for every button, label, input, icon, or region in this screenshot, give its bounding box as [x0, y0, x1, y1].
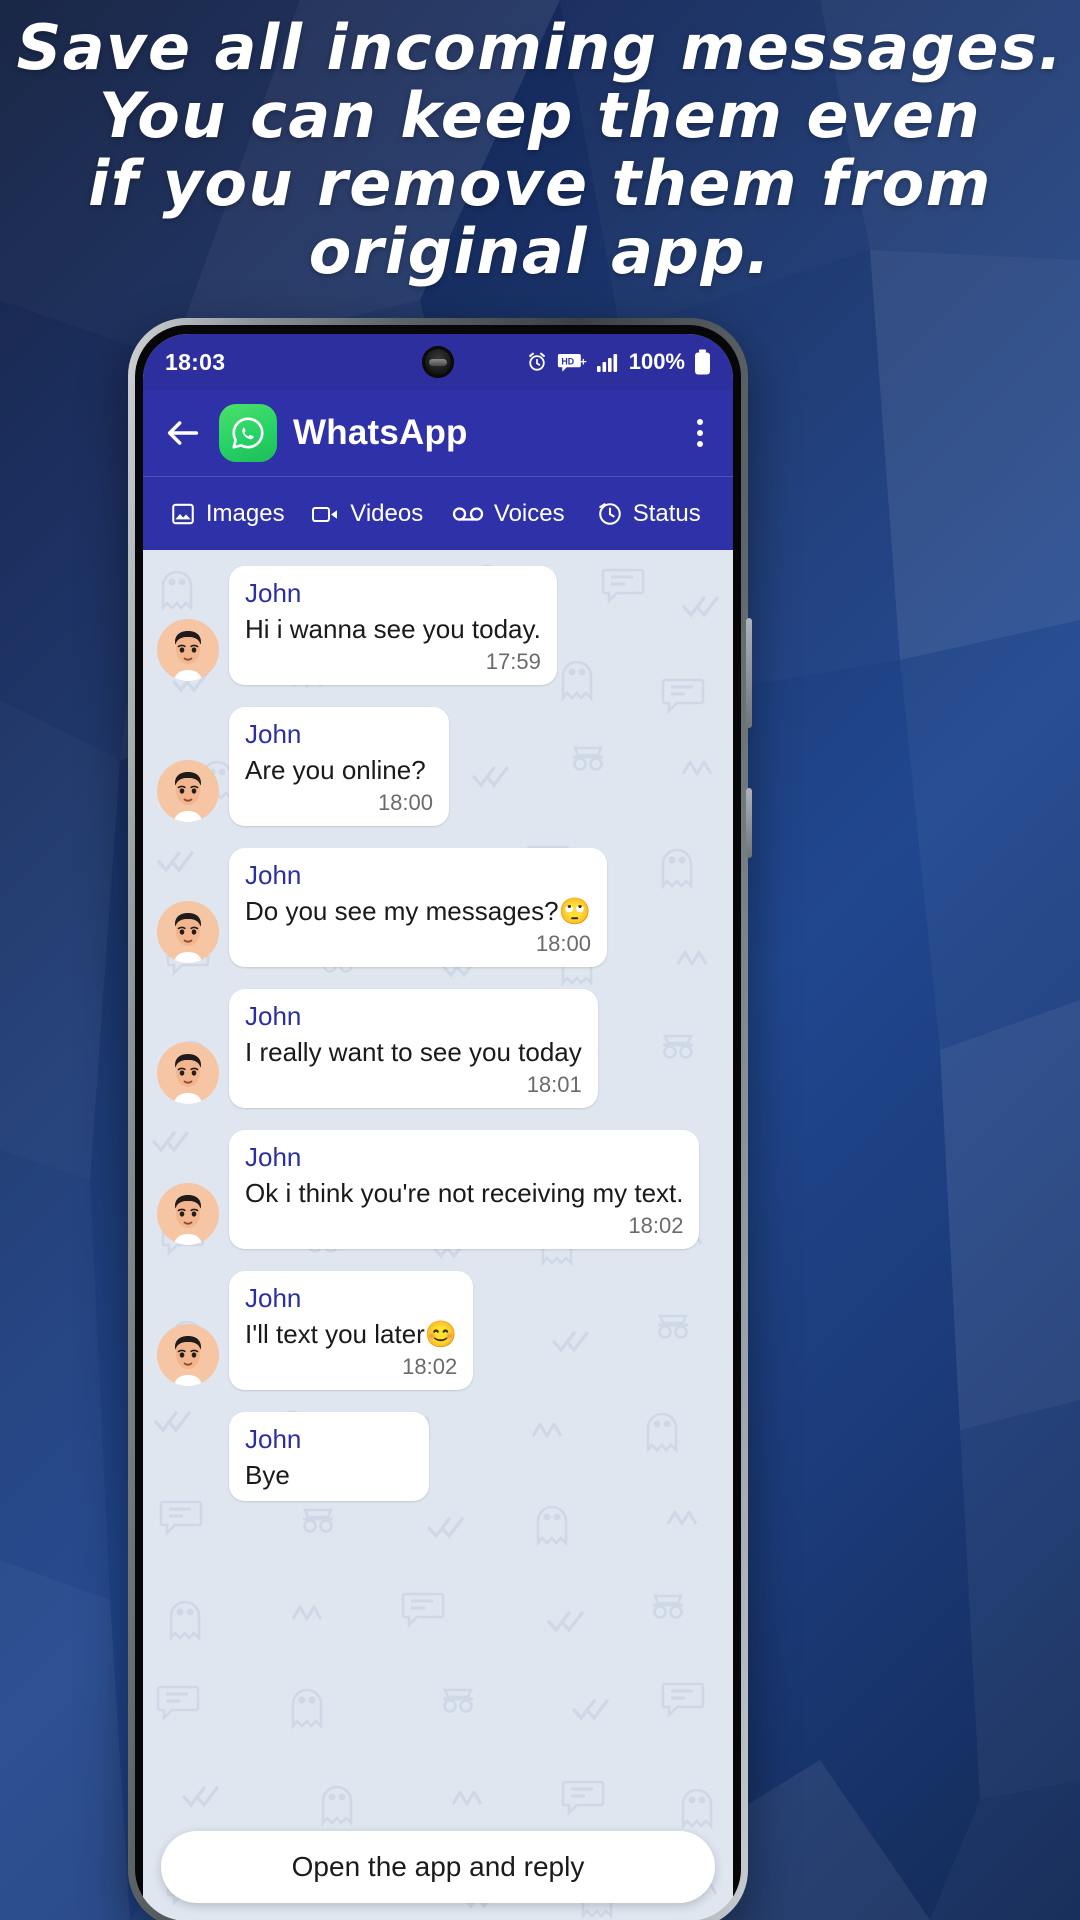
message-bubble[interactable]: John Hi i wanna see you today. 17:59	[229, 566, 557, 685]
message-time: 18:02	[402, 1354, 458, 1379]
message-row[interactable]: John Do you see my messages?🙄 18:00	[157, 848, 717, 967]
phone-screen: 18:03 HD + 100% WhatsApp Images Videos V…	[143, 334, 733, 1920]
message-time: 17:59	[485, 649, 541, 674]
message-row[interactable]: John I really want to see you today 18:0…	[157, 989, 717, 1108]
poster-canvas: Save all incoming messages. You can keep…	[0, 0, 1080, 1920]
status-clock-icon	[598, 502, 621, 525]
voicemail-icon	[452, 506, 484, 521]
message-text: I really want to see you today	[245, 1037, 582, 1067]
message-text: Do you see my messages?🙄	[245, 896, 591, 926]
message-text: Are you online?	[245, 755, 426, 785]
avatar	[157, 1183, 219, 1245]
open-app-and-reply-button[interactable]: Open the app and reply	[161, 1831, 715, 1903]
message-sender: John	[245, 1142, 302, 1172]
status-time: 18:03	[165, 348, 226, 375]
phone-power-button	[746, 788, 752, 858]
tab-status[interactable]: Status	[579, 500, 720, 528]
headline: Save all incoming messages. You can keep…	[0, 14, 1080, 286]
message-bubble[interactable]: John Ok i think you're not receiving my …	[229, 1130, 700, 1249]
front-camera-cutout	[422, 346, 454, 378]
message-bubble[interactable]: John Bye	[229, 1412, 429, 1501]
message-time: 18:01	[526, 1072, 582, 1097]
signal-bars-icon	[596, 354, 617, 372]
tab-videos[interactable]: Videos	[298, 500, 439, 528]
hd-plus-icon: HD +	[557, 354, 587, 372]
message-bubble[interactable]: John I really want to see you today 18:0…	[229, 989, 598, 1108]
phone-bezel: 18:03 HD + 100% WhatsApp Images Videos V…	[135, 325, 741, 1920]
svg-text:+: +	[580, 357, 587, 369]
tab-images-label: Images	[205, 499, 285, 527]
phone-mockup: 18:03 HD + 100% WhatsApp Images Videos V…	[128, 318, 752, 1920]
message-list: John Hi i wanna see you today. 17:59 Joh…	[143, 550, 733, 1501]
message-sender: John	[245, 1001, 302, 1031]
image-icon	[172, 503, 194, 524]
message-time: 18:00	[535, 931, 591, 956]
avatar	[157, 619, 219, 681]
message-row[interactable]: John I'll text you later😊 18:02	[157, 1271, 717, 1390]
message-sender: John	[245, 578, 302, 608]
tab-voices-label: Voices	[493, 499, 565, 527]
headline-line-3: if you remove them from	[88, 147, 992, 220]
message-sender: John	[245, 719, 302, 749]
cta-container: Open the app and reply	[143, 1817, 733, 1920]
message-bubble[interactable]: John Do you see my messages?🙄 18:00	[229, 848, 607, 967]
message-text: Ok i think you're not receiving my text.	[245, 1178, 684, 1208]
whatsapp-logo-icon	[219, 404, 277, 462]
tab-videos-label: Videos	[350, 499, 424, 527]
alarm-icon	[528, 352, 545, 371]
app-title: WhatsApp	[293, 413, 468, 452]
status-bar: 18:03 HD + 100%	[143, 334, 733, 390]
message-row[interactable]: John Ok i think you're not receiving my …	[157, 1130, 717, 1249]
message-sender: John	[245, 1424, 302, 1454]
video-camera-icon	[312, 506, 338, 522]
message-time: 18:02	[628, 1213, 684, 1238]
headline-line-2: You can keep them even	[98, 79, 982, 152]
message-bubble[interactable]: John I'll text you later😊 18:02	[229, 1271, 474, 1390]
message-sender: John	[245, 1283, 302, 1313]
headline-line-1: Save all incoming messages.	[16, 11, 1064, 84]
message-row[interactable]: John Hi i wanna see you today. 17:59	[157, 566, 717, 685]
avatar	[157, 1042, 219, 1104]
message-bubble[interactable]: John Are you online? 18:00	[229, 707, 449, 826]
avatar	[157, 901, 219, 963]
headline-line-4: original app.	[308, 215, 772, 288]
message-text: Hi i wanna see you today.	[245, 614, 541, 644]
tab-status-label: Status	[632, 499, 701, 527]
message-time: 18:00	[377, 790, 433, 815]
phone-volume-button	[746, 618, 752, 728]
message-row[interactable]: John Are you online? 18:00	[157, 707, 717, 826]
battery-percent-label: 100%	[628, 349, 685, 374]
message-text: I'll text you later😊	[245, 1319, 458, 1349]
app-bar: WhatsApp	[143, 390, 733, 476]
message-row[interactable]: John Bye	[157, 1412, 717, 1501]
svg-text:HD: HD	[561, 357, 574, 367]
message-text: Bye	[245, 1460, 290, 1490]
tab-images[interactable]: Images	[157, 500, 298, 528]
avatar	[157, 760, 219, 822]
chat-list[interactable]: John Hi i wanna see you today. 17:59 Joh…	[143, 550, 733, 1920]
tab-bar: Images Videos Voices Status	[143, 476, 733, 550]
status-icons: HD + 100%	[526, 349, 711, 375]
tab-voices[interactable]: Voices	[438, 500, 579, 528]
battery-icon	[695, 349, 710, 375]
message-sender: John	[245, 860, 302, 890]
back-arrow-icon[interactable]	[163, 413, 203, 453]
overflow-menu-icon[interactable]	[687, 411, 713, 455]
avatar	[157, 1324, 219, 1386]
